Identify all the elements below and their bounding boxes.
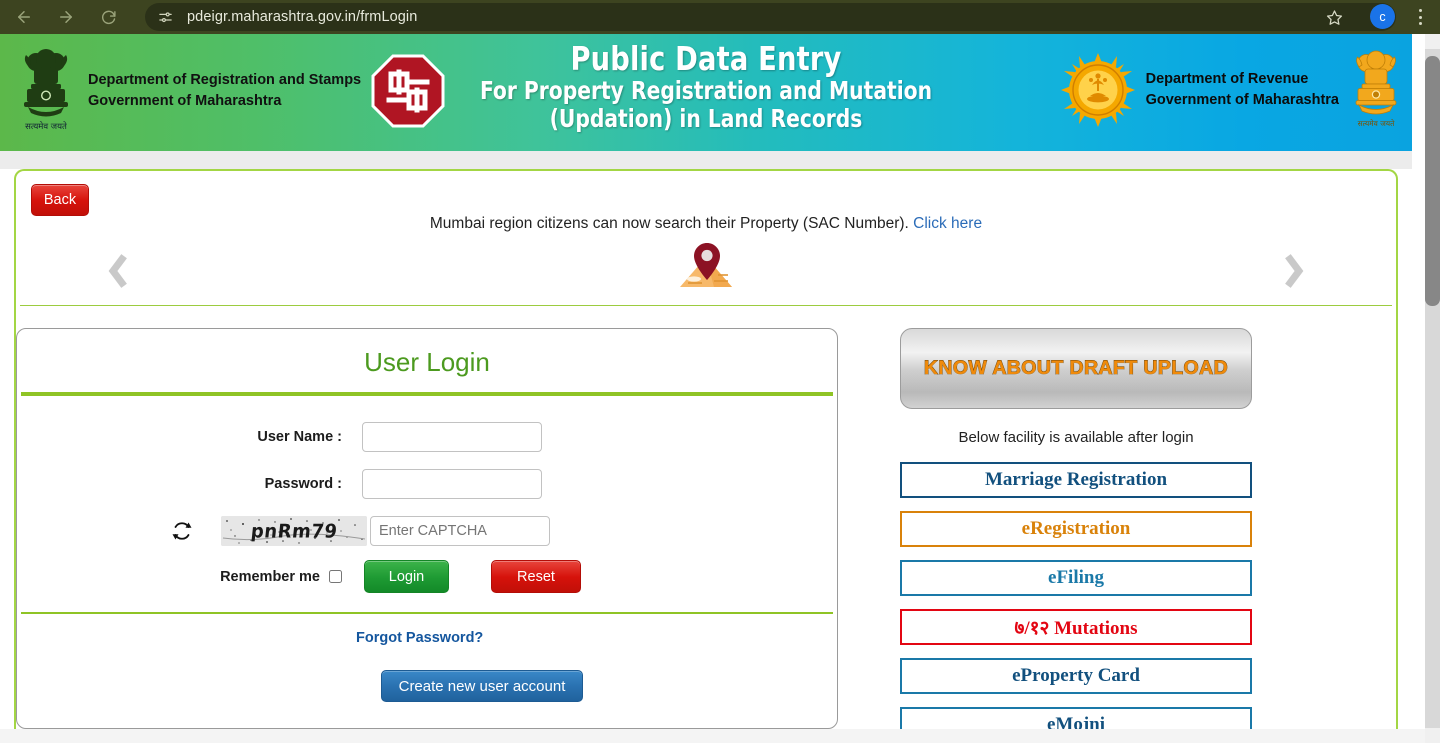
browser-forward-button[interactable] <box>51 2 81 32</box>
header-left-line2: Government of Maharashtra <box>88 93 282 109</box>
username-label: User Name : <box>257 429 342 445</box>
draft-upload-label: KNOW ABOUT DRAFT UPLOAD <box>923 357 1229 380</box>
facility-button-label: Marriage Registration <box>984 469 1168 490</box>
main-content-panel: Back Mumbai region citizens can now sear… <box>14 169 1398 743</box>
tune-icon[interactable] <box>155 7 175 27</box>
facility-sidebar: KNOW ABOUT DRAFT UPLOAD Below facility i… <box>900 328 1300 743</box>
header-left-line1: Department of Registration and Stamps <box>88 72 362 89</box>
kebab-menu-icon[interactable] <box>1410 7 1430 27</box>
facility-button-label: ७/१२ Mutations <box>1014 618 1138 639</box>
promo-carousel <box>16 233 1396 305</box>
header-right-line2: Government of Maharashtra <box>1145 92 1339 108</box>
address-bar[interactable]: pdeigr.maharashtra.gov.in/frmLogin <box>145 3 1396 31</box>
facility-button[interactable]: eFiling <box>900 560 1252 596</box>
scrollbar-thumb[interactable] <box>1425 56 1440 306</box>
facility-button[interactable]: eRegistration <box>900 511 1252 547</box>
login-actions-row: Remember me Login Reset <box>17 560 837 593</box>
ashoka-emblem-gold-icon: सत्यमेव जयते <box>1348 48 1404 132</box>
facility-button[interactable]: Marriage Registration <box>900 462 1252 498</box>
star-icon[interactable] <box>1322 5 1346 29</box>
facility-button-list: Marriage Registration eRegistration eFilin… <box>900 446 1252 743</box>
create-new-user-account-button[interactable]: Create new user account <box>381 670 583 702</box>
username-input[interactable] <box>362 422 542 452</box>
captcha-input[interactable] <box>370 516 550 546</box>
create-account-row: Create new user account <box>17 647 837 702</box>
username-row: User Name : <box>17 422 837 452</box>
header-right-group: Department of Revenue Government of Maha… <box>1059 48 1404 132</box>
igr-octagon-logo-icon <box>371 54 445 128</box>
reset-button[interactable]: Reset <box>491 560 581 593</box>
remember-me-label: Remember me <box>220 568 320 585</box>
login-form: User Name : Password : pnRm79 Enter CAPT… <box>17 396 837 702</box>
password-label: Password : <box>264 476 342 492</box>
page-bottom-strip <box>0 729 1425 743</box>
header-gap <box>0 151 1412 169</box>
browser-reload-button[interactable] <box>93 2 123 32</box>
map-pin-location-icon <box>674 241 738 298</box>
ashoka-emblem-icon: सत्यमेव जयते <box>14 46 78 136</box>
chevron-left-icon[interactable] <box>100 251 134 291</box>
notice-text: Mumbai region citizens can now search th… <box>429 215 909 232</box>
site-header-banner: सत्यमेव जयते Department of Registration … <box>0 34 1412 151</box>
panel-content: User Login User Name : Password : pnRm79… <box>16 306 1396 743</box>
header-right-line1: Department of Revenue <box>1145 71 1309 88</box>
header-left-group: सत्यमेव जयते Department of Registration … <box>14 46 445 136</box>
scrollbar-down-arrow-icon[interactable] <box>1425 728 1440 743</box>
page-scrollbar[interactable] <box>1425 34 1440 743</box>
revenue-sun-seal-icon <box>1059 51 1137 129</box>
facility-button-label: eRegistration <box>1021 518 1131 539</box>
url-text: pdeigr.maharashtra.gov.in/frmLogin <box>187 9 418 25</box>
chevron-right-icon[interactable] <box>1278 251 1312 291</box>
password-input[interactable] <box>362 469 542 499</box>
svg-text:सत्यमेव जयते: सत्यमेव जयते <box>1358 119 1396 128</box>
facility-button[interactable]: eProperty Card <box>900 658 1252 694</box>
browser-toolbar: pdeigr.maharashtra.gov.in/frmLogin c <box>0 0 1440 34</box>
captcha-row: pnRm79 <box>17 516 837 546</box>
notice-banner: Mumbai region citizens can now search th… <box>16 171 1396 233</box>
forgot-password-link[interactable]: Forgot Password? <box>17 614 483 646</box>
page-viewport: सत्यमेव जयते Department of Registration … <box>0 34 1440 743</box>
captcha-text: pnRm79 <box>249 519 339 543</box>
facility-button-label: eProperty Card <box>1012 665 1140 686</box>
remember-me-group: Remember me <box>17 569 362 585</box>
header-left-org: Department of Registration and Stamps Go… <box>88 70 361 111</box>
facility-button[interactable]: ७/१२ Mutations <box>900 609 1252 645</box>
scrollbar-up-arrow-icon[interactable] <box>1425 34 1440 49</box>
know-about-draft-upload-button[interactable]: KNOW ABOUT DRAFT UPLOAD <box>900 328 1252 409</box>
facility-note: Below facility is available after login <box>958 429 1194 446</box>
login-column: User Login User Name : Password : pnRm79… <box>16 328 852 729</box>
back-button[interactable]: Back <box>31 184 89 216</box>
password-row: Password : <box>17 469 837 499</box>
header-right-org: Department of Revenue Government of Maha… <box>1146 69 1339 110</box>
refresh-captcha-icon[interactable] <box>165 518 199 544</box>
login-button[interactable]: Login <box>364 560 449 593</box>
notice-click-here-link[interactable]: Click here <box>913 215 982 232</box>
browser-back-button[interactable] <box>9 2 39 32</box>
captcha-image: pnRm79 <box>221 516 367 546</box>
remember-me-checkbox[interactable] <box>329 570 342 583</box>
avatar[interactable]: c <box>1370 4 1395 29</box>
svg-text:सत्यमेव जयते: सत्यमेव जयते <box>25 121 67 132</box>
facility-button-label: eFiling <box>1048 567 1104 588</box>
login-heading: User Login <box>364 347 490 377</box>
login-card: User Login User Name : Password : pnRm79… <box>16 328 838 729</box>
forgot-password-row: Forgot Password? <box>17 614 837 647</box>
